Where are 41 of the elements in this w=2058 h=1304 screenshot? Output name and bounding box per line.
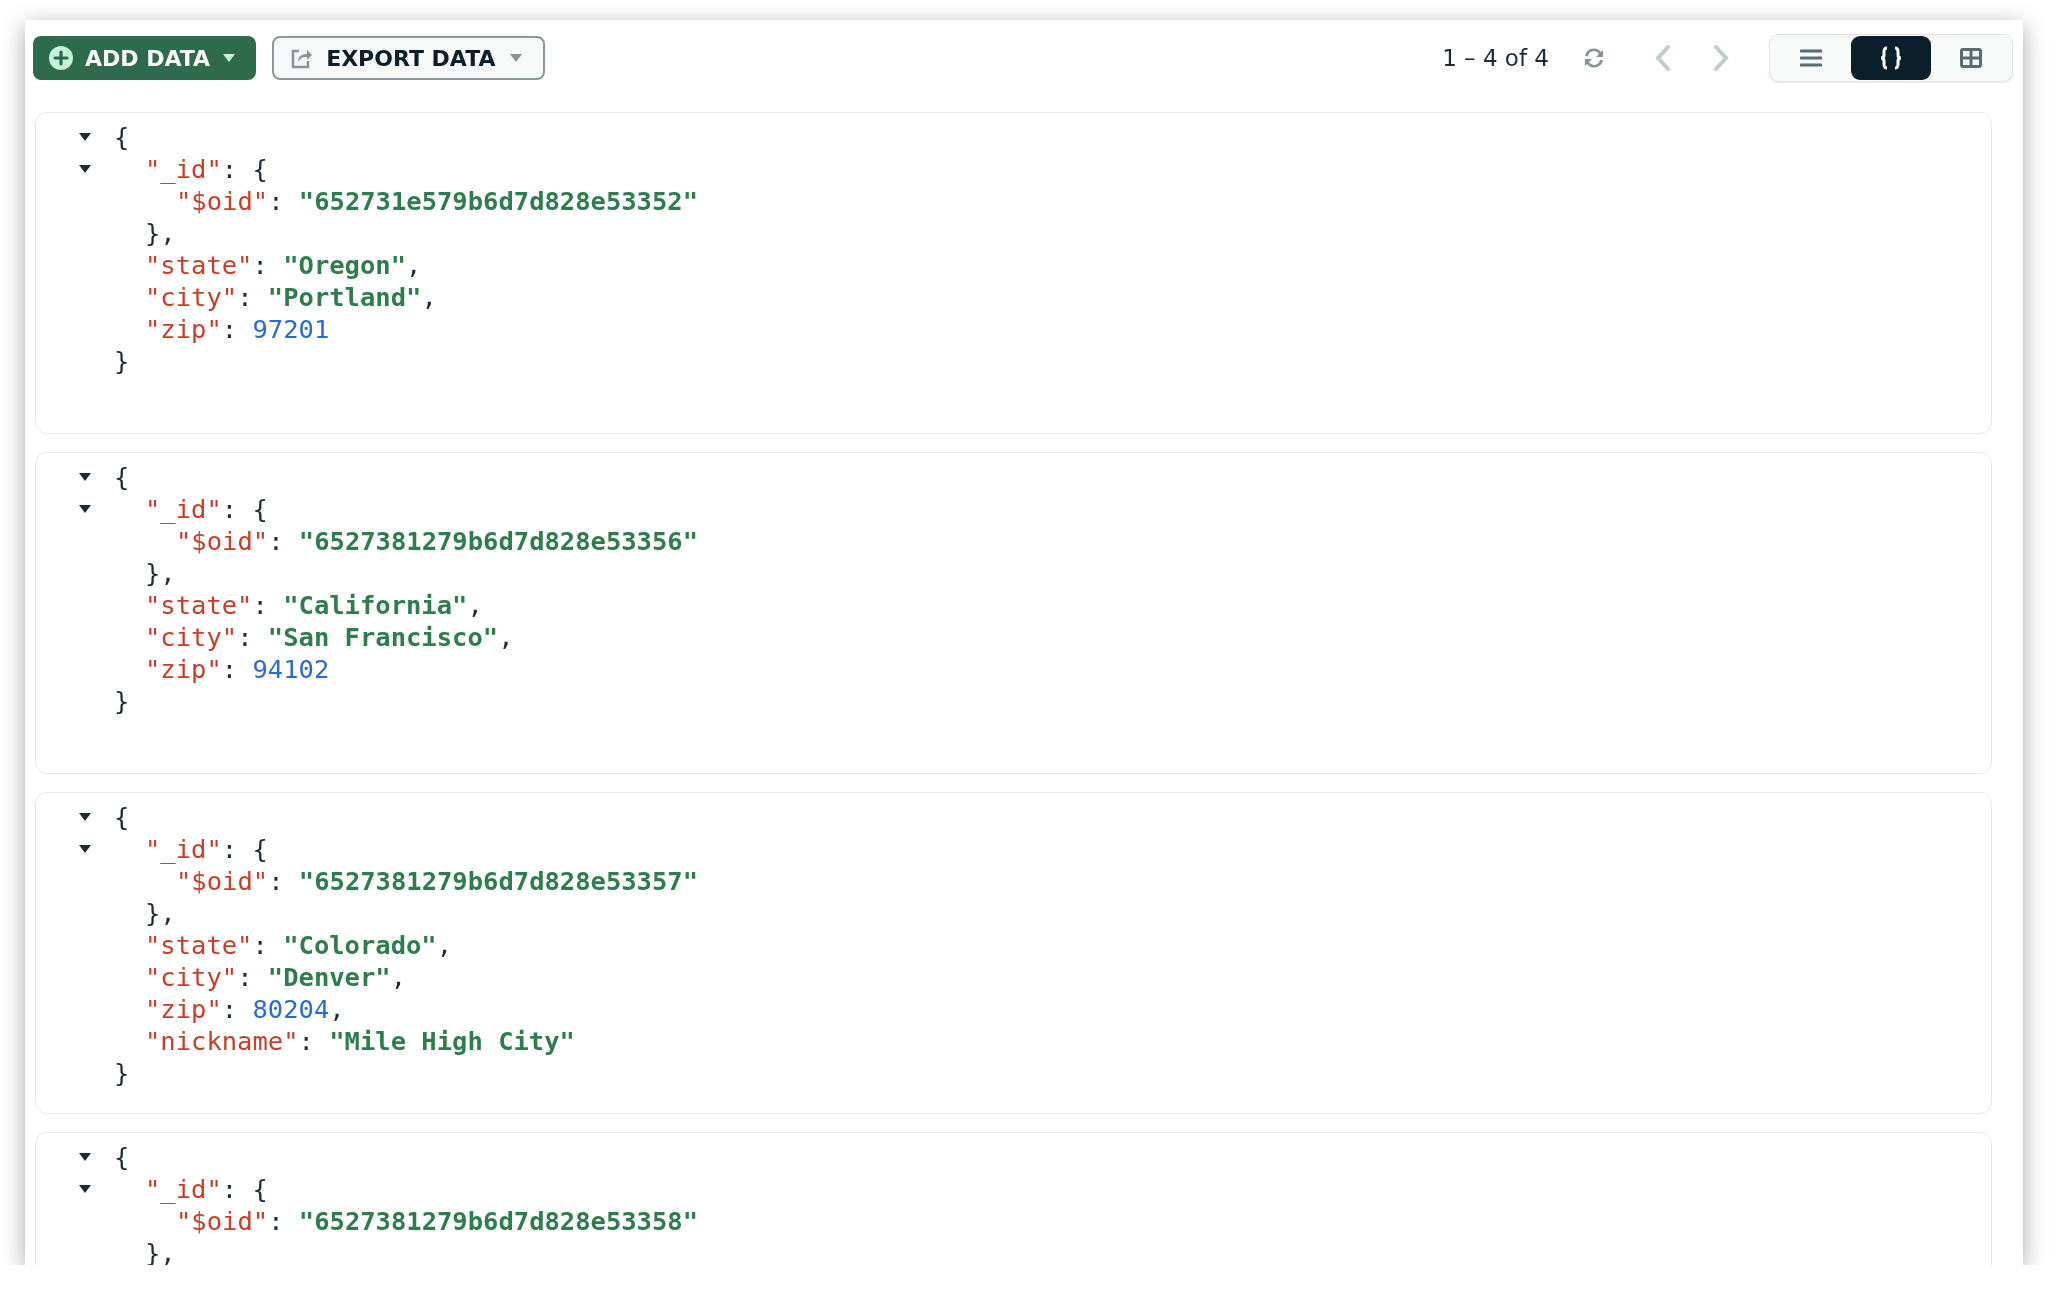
- json-line: "$oid": "6527381279b6d7d828e53358": [175, 1206, 698, 1236]
- add-data-button[interactable]: ADD DATA: [33, 36, 257, 80]
- json-line: "state": "Colorado",: [144, 930, 453, 960]
- chevron-left-icon: [1653, 44, 1673, 72]
- json-line: {: [114, 122, 130, 152]
- json-line: "city": "Denver",: [144, 962, 407, 992]
- json-line: "_id": {: [144, 494, 268, 524]
- caret-icon: [509, 53, 524, 63]
- json-line: },: [144, 558, 176, 588]
- json-line: "$oid": "6527381279b6d7d828e53356": [175, 526, 698, 556]
- json-line: {: [114, 802, 130, 832]
- json-line: "state": "Oregon",: [144, 250, 422, 280]
- json-line: }: [114, 1058, 130, 1088]
- json-line: }: [114, 346, 130, 376]
- caret-icon: [222, 53, 237, 63]
- chevron-right-icon: [1711, 44, 1731, 72]
- json-line: "state": "California",: [144, 590, 483, 620]
- json-line: "$oid": "652731e579b6d7d828e53352": [175, 186, 698, 216]
- json-line: {: [114, 462, 130, 492]
- json-line: "zip": 94102: [144, 654, 330, 684]
- json-line: "zip": 97201: [144, 314, 330, 344]
- json-line: },: [144, 218, 176, 248]
- json-line: "city": "Portland",: [144, 282, 437, 312]
- json-line: "nickname": "Mile High City": [144, 1026, 575, 1056]
- json-line: "_id": {: [144, 1174, 268, 1204]
- json-line: {: [114, 1142, 130, 1172]
- view-toggle-button[interactable]: [1851, 36, 1931, 80]
- export-data-button[interactable]: EXPORT DATA: [272, 36, 546, 80]
- plus-circle-icon: [49, 46, 73, 70]
- curly-braces-icon: [1880, 46, 1902, 70]
- list-icon: [1800, 49, 1822, 67]
- json-line: "zip": 80204,: [144, 994, 345, 1024]
- json-line: "_id": {: [144, 154, 268, 184]
- pagination-text: 1 – 4 of 4: [1442, 45, 1549, 71]
- export-icon: [290, 47, 313, 69]
- json-line: "$oid": "6527381279b6d7d828e53357": [175, 866, 698, 896]
- json-line: }: [114, 686, 130, 716]
- json-line: },: [144, 898, 176, 928]
- table-icon: [1960, 48, 1982, 68]
- json-line: "_id": {: [144, 834, 268, 864]
- json-line: "city": "San Francisco",: [144, 622, 514, 652]
